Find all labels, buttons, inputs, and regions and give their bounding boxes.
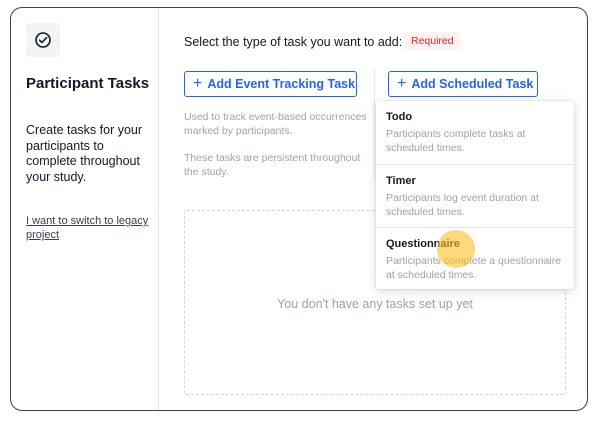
add-scheduled-task-label: Add Scheduled Task bbox=[411, 77, 534, 91]
dropdown-item-description: Participants complete a questionnaire at… bbox=[386, 255, 562, 281]
logo-badge bbox=[26, 23, 60, 57]
sidebar-panel: Participant Tasks Create tasks for your … bbox=[11, 8, 159, 410]
legacy-project-link[interactable]: I want to switch to legacy project bbox=[26, 214, 151, 242]
sidebar-title: Participant Tasks bbox=[26, 75, 150, 92]
dropdown-item-timer[interactable]: Timer Participants log event duration at… bbox=[376, 164, 574, 226]
sidebar-description: Create tasks for your participants to co… bbox=[26, 123, 143, 184]
dropdown-item-questionnaire[interactable]: Questionnaire Participants complete a qu… bbox=[376, 227, 574, 289]
dropdown-item-title: Timer bbox=[386, 175, 416, 187]
required-badge: Required bbox=[405, 32, 460, 50]
add-event-tracking-task-label: Add Event Tracking Task bbox=[207, 77, 356, 91]
empty-tasks-message: You don't have any tasks set up yet bbox=[277, 297, 473, 311]
scheduled-task-dropdown: Todo Participants complete tasks at sche… bbox=[376, 101, 574, 289]
task-type-prompt: Select the type of task you want to add: bbox=[184, 35, 403, 49]
dropdown-item-title: Questionnaire bbox=[386, 238, 460, 250]
event-task-description: Used to track event-based occurrences ma… bbox=[184, 111, 367, 137]
dropdown-item-title: Todo bbox=[386, 111, 413, 123]
add-event-tracking-task-button[interactable]: + Add Event Tracking Task bbox=[184, 71, 357, 97]
plus-icon: + bbox=[193, 75, 203, 92]
dropdown-item-todo[interactable]: Todo Participants complete tasks at sche… bbox=[376, 101, 574, 163]
add-scheduled-task-button[interactable]: + Add Scheduled Task bbox=[388, 71, 538, 97]
plus-icon: + bbox=[397, 75, 407, 92]
dropdown-item-description: Participants log event duration at sched… bbox=[386, 192, 539, 218]
check-circle-icon bbox=[35, 32, 51, 48]
dropdown-item-description: Participants complete tasks at scheduled… bbox=[386, 128, 526, 154]
event-task-persistence-note: These tasks are persistent throughout th… bbox=[184, 152, 361, 178]
column-divider bbox=[374, 68, 375, 178]
